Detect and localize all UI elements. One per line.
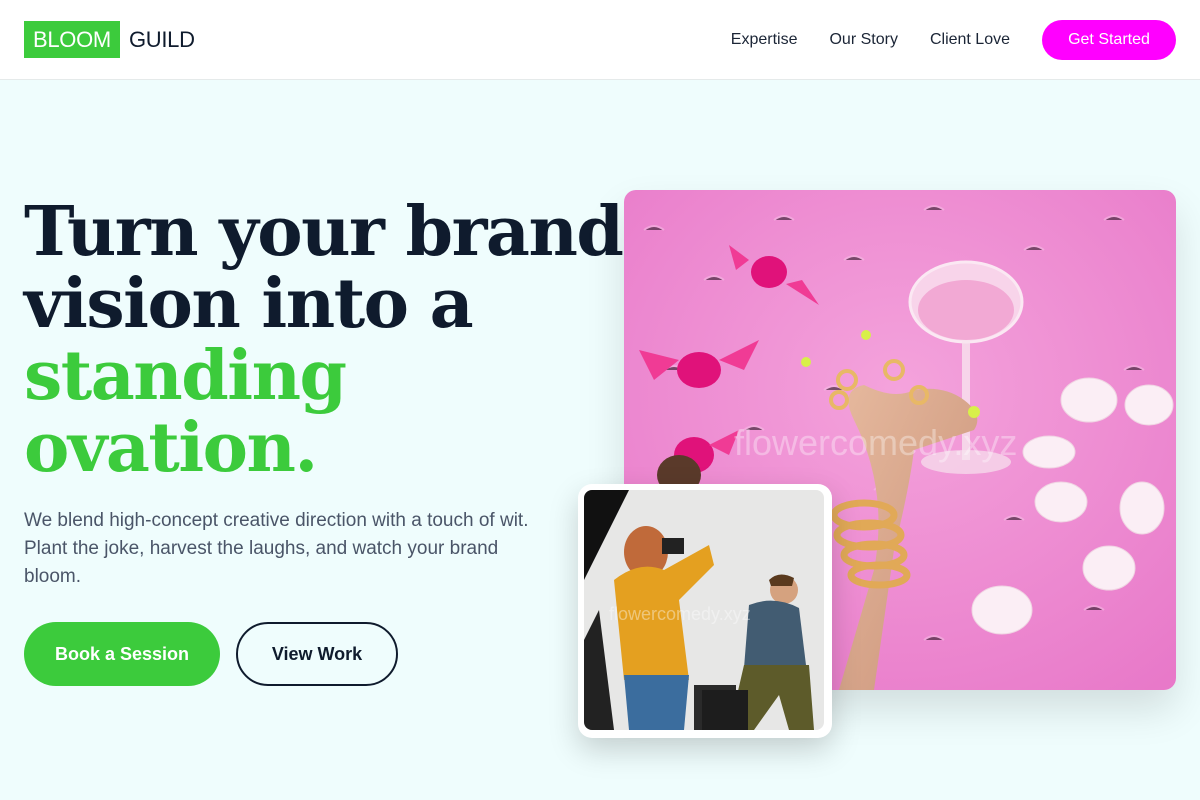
view-work-button[interactable]: View Work bbox=[236, 622, 398, 686]
headline-line-2: vision into a bbox=[24, 264, 474, 344]
logo[interactable]: BLOOM GUILD bbox=[24, 21, 195, 58]
get-started-button[interactable]: Get Started bbox=[1042, 20, 1176, 60]
small-watermark: flowercomedy.xyz bbox=[609, 604, 751, 624]
headline-accent-1: standing bbox=[24, 336, 347, 416]
nav-link-expertise[interactable]: Expertise bbox=[731, 31, 798, 49]
logo-highlight: BLOOM bbox=[24, 21, 120, 58]
headline-line-1: Turn your brand bbox=[24, 192, 624, 272]
site-header: BLOOM GUILD Expertise Our Story Client L… bbox=[0, 0, 1200, 80]
photographer-shoot-photo: flowercomedy.xyz bbox=[584, 490, 824, 730]
nav-link-client-love[interactable]: Client Love bbox=[930, 31, 1010, 49]
hero-headline: Turn your brand vision into a standing o… bbox=[24, 192, 624, 488]
book-session-button[interactable]: Book a Session bbox=[24, 622, 220, 686]
hero-small-image-frame: flowercomedy.xyz bbox=[578, 484, 832, 738]
hero-small-image: flowercomedy.xyz bbox=[584, 490, 824, 730]
main-nav: Expertise Our Story Client Love Get Star… bbox=[731, 20, 1176, 60]
main-watermark: flowercomedy.xyz bbox=[734, 422, 1017, 463]
headline-accent-2: ovation. bbox=[24, 408, 318, 488]
hero-subtext: We blend high-concept creative direction… bbox=[24, 510, 529, 587]
logo-word: GUILD bbox=[128, 26, 195, 52]
nav-link-our-story[interactable]: Our Story bbox=[829, 31, 897, 49]
